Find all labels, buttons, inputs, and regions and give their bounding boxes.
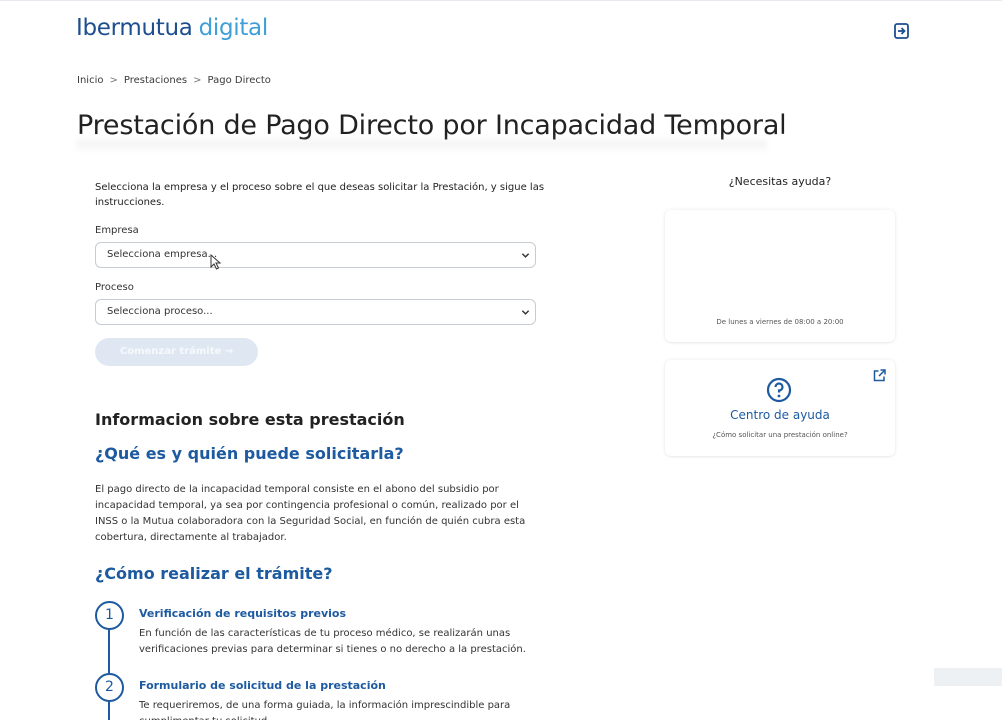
what-is-heading: ¿Qué es y quién puede solicitarla? [95, 444, 404, 463]
step-1-title: Verificación de requisitos previos [139, 607, 347, 620]
what-is-text: El pago directo de la incapacidad tempor… [95, 484, 526, 543]
empresa-select-value: Selecciona empresa... [107, 249, 218, 260]
top-border [0, 0, 1002, 1]
help-question-icon [766, 377, 792, 403]
info-heading: Informacion sobre esta prestación [95, 410, 405, 429]
empresa-label: Empresa [95, 225, 139, 236]
breadcrumb-separator: > [193, 75, 202, 86]
proceso-select-value: Selecciona proceso... [107, 306, 213, 317]
breadcrumb-current: Pago Directo [207, 75, 271, 86]
contact-hours: De lunes a viernes de 08:00 a 20:00 [716, 318, 844, 326]
step-2-title: Formulario de solicitud de la prestación [139, 679, 386, 692]
start-procedure-button[interactable]: Comenzar trámite → [95, 338, 258, 366]
logout-icon[interactable] [893, 22, 911, 40]
contact-card: De lunes a viernes de 08:00 a 20:00 [665, 210, 895, 342]
chevron-down-icon [521, 310, 530, 315]
breadcrumb-prestaciones[interactable]: Prestaciones [124, 75, 187, 86]
help-center-card[interactable]: Centro de ayuda ¿Cómo solicitar una pres… [665, 360, 895, 456]
chevron-down-icon [521, 253, 530, 258]
help-title: ¿Necesitas ayuda? [728, 175, 832, 188]
step-number-2: 2 [95, 673, 124, 702]
ibermutua-logo[interactable]: Ibermutua digital [76, 13, 268, 43]
page-title: Prestación de Pago Directo por Incapacid… [77, 110, 787, 141]
logo-main-text: Ibermutua [76, 15, 193, 41]
proceso-select[interactable]: Selecciona proceso... [95, 299, 536, 325]
breadcrumb-inicio[interactable]: Inicio [77, 75, 103, 86]
how-to-heading: ¿Cómo realizar el trámite? [95, 564, 333, 583]
mouse-cursor-icon [210, 254, 222, 270]
step-number-1: 1 [95, 601, 124, 630]
empresa-select[interactable]: Selecciona empresa... [95, 242, 536, 268]
help-center-subtitle: ¿Cómo solicitar una prestación online? [712, 431, 848, 439]
proceso-label: Proceso [95, 282, 134, 293]
breadcrumb: Inicio > Prestaciones > Pago Directo [77, 75, 271, 86]
title-reflection [77, 140, 767, 154]
external-link-icon[interactable] [872, 368, 887, 383]
breadcrumb-separator: > [109, 75, 118, 86]
step-2-text: Te requeriremos, de una forma guiada, la… [139, 700, 511, 720]
help-center-link[interactable]: Centro de ayuda [665, 408, 895, 422]
step-1-text: En función de las características de tu … [139, 628, 526, 655]
corner-overlay [934, 668, 1002, 686]
form-intro-text: Selecciona la empresa y el proceso sobre… [95, 182, 545, 208]
logo-accent-text: digital [198, 15, 269, 41]
